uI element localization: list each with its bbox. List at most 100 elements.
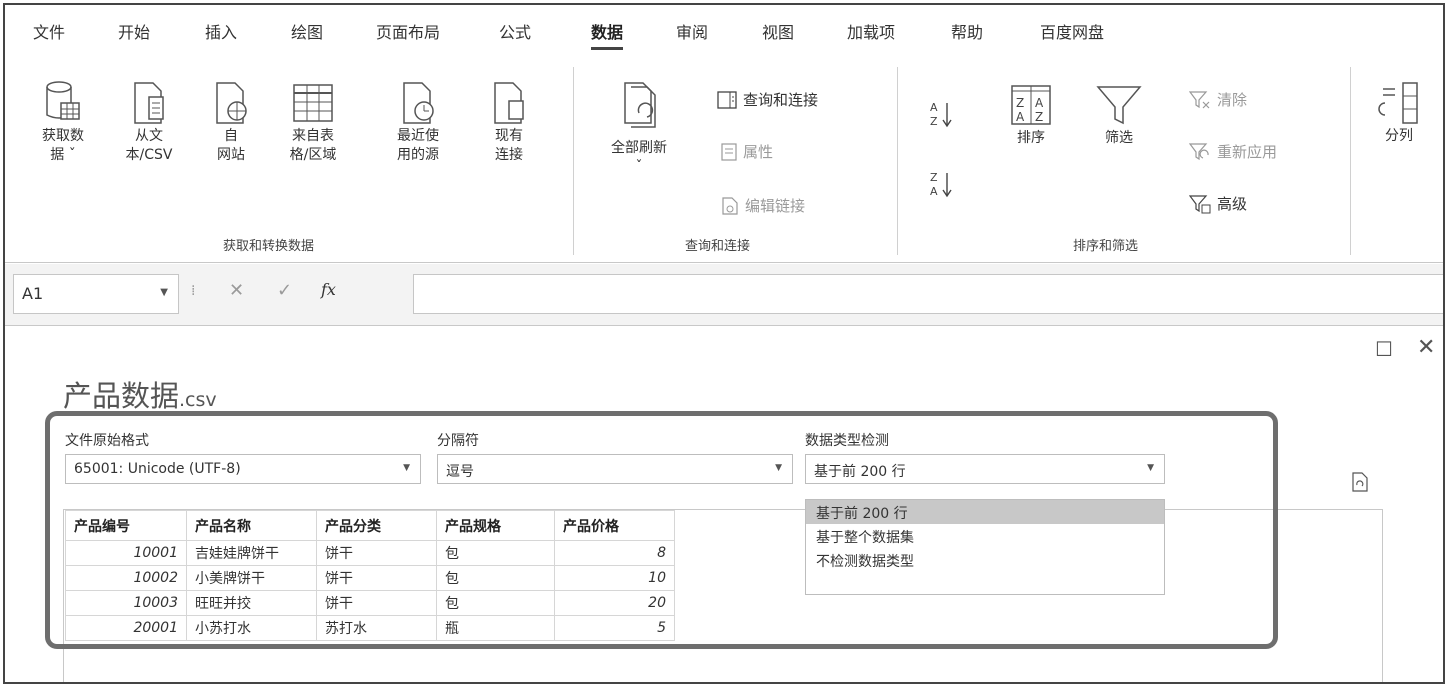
clear-filter-icon xyxy=(1189,90,1210,108)
cell-price: 10 xyxy=(554,565,675,591)
existing-connections-label: 现有 xyxy=(495,128,523,144)
filter-button[interactable]: 筛选 xyxy=(1087,83,1151,148)
database-table-icon xyxy=(46,81,80,120)
from-web-button[interactable]: 自 网站 xyxy=(201,79,261,165)
tab-addins[interactable]: 加载项 xyxy=(847,19,895,43)
close-icon[interactable]: ✕ xyxy=(1417,335,1435,360)
clear-filter-button[interactable]: 清除 xyxy=(1189,89,1247,110)
from-text-csv-button[interactable]: 从文 本/CSV xyxy=(113,79,185,165)
cell-spec: 包 xyxy=(436,540,555,566)
svg-text:A: A xyxy=(930,185,938,198)
table-row: 10003 旺旺并挍 饼干 包 20 xyxy=(65,590,675,616)
file-origin-select[interactable]: 65001: Unicode (UTF-8) ▼ xyxy=(65,454,421,484)
import-dialog: ☐ ✕ 产品数据.csv 文件原始格式 65001: Unicode (UTF-… xyxy=(5,327,1443,682)
get-data-button[interactable]: 获取数 据 ˇ xyxy=(27,79,99,165)
dropdown-option-entire-dataset[interactable]: 基于整个数据集 xyxy=(806,524,1164,548)
cell-product-id: 10001 xyxy=(65,540,187,566)
group-label-sort-filter: 排序和筛选 xyxy=(1073,239,1139,254)
clear-filter-label: 清除 xyxy=(1217,91,1248,109)
file-name: 产品数据 xyxy=(63,379,180,413)
chevron-down-icon: ▼ xyxy=(775,463,782,473)
tab-insert[interactable]: 插入 xyxy=(205,19,237,43)
cell-product-id: 10002 xyxy=(65,565,187,591)
advanced-filter-label: 高级 xyxy=(1217,195,1248,213)
recent-sources-button[interactable]: 最近使 用的源 xyxy=(385,79,451,165)
cell-product-id: 20001 xyxy=(65,615,187,641)
cell-category: 饼干 xyxy=(316,590,437,616)
cell-category: 饼干 xyxy=(316,565,437,591)
sort-ascending-button[interactable]: AZ xyxy=(927,97,957,131)
check-icon[interactable]: ✓ xyxy=(277,280,292,301)
tab-draw[interactable]: 绘图 xyxy=(291,19,323,43)
cell-price: 8 xyxy=(554,540,675,566)
text-to-columns-button[interactable]: 分列 xyxy=(1369,79,1429,146)
formula-input[interactable] xyxy=(413,274,1443,314)
data-type-detection-select[interactable]: 基于前 200 行 ▼ xyxy=(805,454,1165,484)
refresh-all-button[interactable]: 全部刷新 ˇ xyxy=(599,79,679,177)
clock-file-icon xyxy=(403,82,434,124)
recent-sources-label-2: 用的源 xyxy=(397,147,439,163)
delimiter-select[interactable]: 逗号 ▼ xyxy=(437,454,793,484)
reapply-filter-icon xyxy=(1189,142,1209,160)
properties-button[interactable]: 属性 xyxy=(721,141,773,162)
tab-review[interactable]: 审阅 xyxy=(676,19,708,43)
edit-links-icon xyxy=(722,196,738,215)
file-extension: .csv xyxy=(179,389,217,411)
advanced-filter-button[interactable]: 高级 xyxy=(1189,193,1247,214)
reapply-label: 重新应用 xyxy=(1217,143,1278,161)
cancel-icon[interactable]: ✕ xyxy=(229,280,244,301)
queries-connections-label: 查询和连接 xyxy=(743,91,819,109)
sort-label: 排序 xyxy=(1017,130,1045,146)
data-type-detection-label: 数据类型检测 xyxy=(805,433,889,449)
cell-reference: A1 xyxy=(22,284,44,303)
reapply-button[interactable]: 重新应用 xyxy=(1189,141,1277,162)
sort-button[interactable]: ZAAZ 排序 xyxy=(1001,83,1061,148)
refresh-all-label: 全部刷新 xyxy=(611,140,667,156)
insert-function-icon[interactable]: fx xyxy=(321,280,336,299)
dropdown-option-first-200-rows[interactable]: 基于前 200 行 xyxy=(806,500,1164,524)
tab-page-layout[interactable]: 页面布局 xyxy=(376,19,440,43)
from-text-label: 从文 xyxy=(135,128,163,144)
filter-funnel-icon xyxy=(1096,86,1142,125)
tab-formulas[interactable]: 公式 xyxy=(499,19,531,43)
refresh-preview-icon[interactable] xyxy=(1351,471,1369,497)
cell-product-name: 旺旺并挍 xyxy=(186,590,317,616)
tab-help[interactable]: 帮助 xyxy=(951,19,983,43)
edit-links-button[interactable]: 编辑链接 xyxy=(721,195,805,216)
from-table-label: 来自表 xyxy=(292,128,334,144)
table-grid-icon xyxy=(293,84,333,122)
sort-descending-button[interactable]: ZA xyxy=(927,167,957,201)
existing-connections-label-2: 连接 xyxy=(495,147,523,163)
chevron-down-icon: ▼ xyxy=(1147,463,1154,473)
sort-z-to-a-icon: ZA xyxy=(930,171,952,198)
tab-view[interactable]: 视图 xyxy=(762,19,794,43)
split-columns-icon xyxy=(1378,82,1418,124)
cell-product-id: 10003 xyxy=(65,590,187,616)
chevron-down-icon[interactable]: ▼ xyxy=(160,287,168,298)
properties-icon xyxy=(721,142,737,161)
data-type-detection-value: 基于前 200 行 xyxy=(814,464,906,480)
maximize-icon[interactable]: ☐ xyxy=(1375,337,1393,361)
from-table-label-2: 格/区域 xyxy=(289,147,337,163)
existing-connections-button[interactable]: 现有 连接 xyxy=(479,79,539,165)
name-box[interactable]: A1 ▼ xyxy=(13,274,179,314)
ribbon-separator xyxy=(573,67,574,255)
queries-connections-button[interactable]: 查询和连接 xyxy=(717,89,818,110)
properties-label: 属性 xyxy=(743,143,774,161)
dropdown-option-no-detection[interactable]: 不检测数据类型 xyxy=(806,548,1164,572)
file-origin-label: 文件原始格式 xyxy=(65,433,149,449)
svg-text:A: A xyxy=(930,101,938,114)
svg-text:A: A xyxy=(1016,110,1025,124)
more-dots-icon: ⁞ xyxy=(191,283,196,299)
from-table-range-button[interactable]: 来自表 格/区域 xyxy=(273,79,353,165)
dialog-title: 产品数据.csv xyxy=(63,373,217,415)
tab-baidu-netdisk[interactable]: 百度网盘 xyxy=(1040,19,1104,43)
cell-spec: 包 xyxy=(436,590,555,616)
ribbon-separator xyxy=(897,67,898,255)
text-file-icon xyxy=(134,82,164,124)
tab-home[interactable]: 开始 xyxy=(118,19,150,43)
tab-file[interactable]: 文件 xyxy=(33,19,65,43)
from-web-label-2: 网站 xyxy=(217,147,245,163)
tab-data[interactable]: 数据 xyxy=(591,19,624,50)
from-web-label: 自 xyxy=(224,128,238,144)
